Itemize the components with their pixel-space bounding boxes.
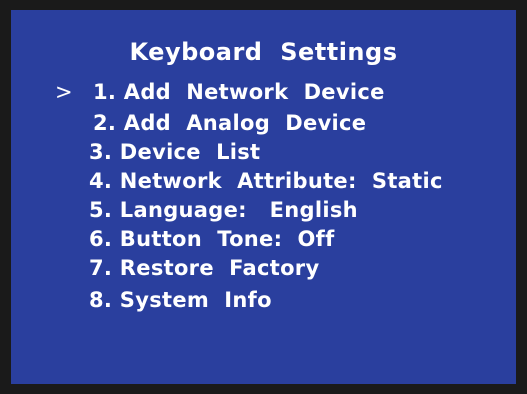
menu-title: Keyboard Settings xyxy=(129,38,398,66)
selection-cursor-icon: > xyxy=(55,80,73,104)
device-screen-frame: Keyboard Settings > 1. Add Network Devic… xyxy=(0,0,527,394)
menu-item-network-attribute[interactable]: 4. Network Attribute: Static xyxy=(89,169,443,193)
menu-item-button-tone[interactable]: 6. Button Tone: Off xyxy=(89,227,335,251)
osd-screen: Keyboard Settings > 1. Add Network Devic… xyxy=(11,10,516,384)
menu-item-language[interactable]: 5. Language: English xyxy=(89,198,358,222)
menu-item-device-list[interactable]: 3. Device List xyxy=(89,140,260,164)
menu-item-restore-factory[interactable]: 7. Restore Factory xyxy=(89,256,319,280)
menu-item-system-info[interactable]: 8. System Info xyxy=(89,288,272,312)
menu-item-add-network-device[interactable]: 1. Add Network Device xyxy=(93,80,385,104)
menu-item-add-analog-device[interactable]: 2. Add Analog Device xyxy=(93,111,366,135)
